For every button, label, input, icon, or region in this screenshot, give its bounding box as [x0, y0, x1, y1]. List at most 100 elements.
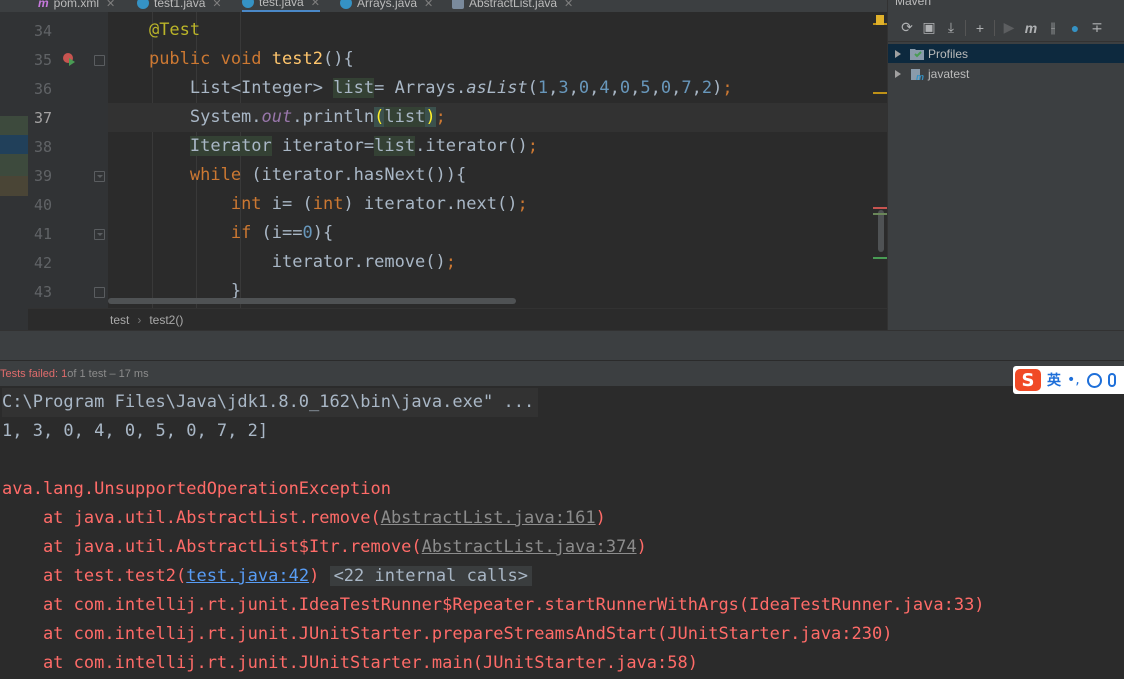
code-line[interactable]: @Test	[108, 16, 887, 45]
tab-pom-xml[interactable]: m pom.xml ✕	[38, 0, 115, 12]
close-icon[interactable]: ✕	[311, 0, 320, 9]
folded-internal-calls[interactable]: <22 internal calls>	[329, 566, 533, 586]
microphone-icon[interactable]	[1107, 373, 1116, 387]
exception-line: ava.lang.UnsupportedOperationException	[2, 479, 391, 499]
code-editor[interactable]: @Test public void test2(){ List<Integer>…	[108, 12, 887, 308]
error-stripe-marker[interactable]	[873, 257, 887, 259]
tab-abstractlist-java[interactable]: AbstractList.java ✕	[452, 0, 573, 12]
code-line[interactable]: if (i==0){	[108, 219, 887, 248]
fold-marker-icon[interactable]	[94, 55, 105, 66]
run-test-error-icon[interactable]	[62, 52, 76, 66]
error-stripe-marker[interactable]	[873, 92, 887, 94]
line-number: 41	[34, 225, 53, 243]
code-line[interactable]: public void test2(){	[108, 45, 887, 74]
breadcrumb-class[interactable]: test	[110, 313, 129, 327]
code-line[interactable]: List<Integer> list= Arrays.asList(1,3,0,…	[108, 74, 887, 103]
breadcrumb-method[interactable]: test2()	[149, 313, 183, 327]
expand-arrow-icon[interactable]	[895, 69, 901, 78]
code-line[interactable]: Iterator iterator=list.iterator();	[108, 132, 887, 161]
breadcrumb: test › test2()	[28, 308, 887, 330]
maven-goal-icon[interactable]: m	[1020, 17, 1042, 39]
gutter-line[interactable]: 37	[28, 103, 108, 132]
line-number: 35	[34, 51, 53, 69]
source-link[interactable]: test.java:42	[186, 566, 309, 586]
console-output[interactable]: C:\Program Files\Java\jdk1.8.0_162\bin\j…	[0, 388, 1124, 679]
test-status-bar: Tests failed: 1 of 1 test – 17 ms	[0, 360, 1124, 386]
stack-frame: at java.util.AbstractList$Itr.remove(Abs…	[2, 533, 647, 562]
maven-title: Maven	[895, 0, 932, 8]
fold-marker-icon[interactable]	[94, 287, 105, 298]
fold-marker-icon[interactable]	[94, 171, 105, 182]
tab-test1-java[interactable]: test1.java ✕	[137, 0, 222, 12]
tab-label: Arrays.java	[357, 0, 418, 10]
add-folder-icon[interactable]: ▣	[918, 17, 940, 39]
change-marker	[0, 176, 28, 196]
left-tool-strip	[0, 12, 28, 330]
close-icon[interactable]: ✕	[424, 0, 433, 10]
horizontal-scrollbar[interactable]	[108, 298, 516, 304]
tab-label: test.java	[259, 0, 304, 9]
gutter-line[interactable]: 40	[28, 190, 108, 219]
code-line[interactable]: iterator.remove();	[108, 248, 887, 277]
tab-arrays-java[interactable]: Arrays.java ✕	[340, 0, 433, 12]
close-icon[interactable]: ✕	[106, 0, 115, 10]
fold-marker-icon[interactable]	[94, 229, 105, 240]
gutter-line[interactable]: 34	[28, 16, 108, 45]
line-number: 43	[34, 283, 53, 301]
ime-toolbar: S 英 •,	[1013, 366, 1124, 394]
vertical-scrollbar[interactable]	[878, 210, 884, 252]
tab-label: test1.java	[154, 0, 206, 10]
tests-failed-label: Tests failed: 1	[0, 367, 68, 380]
gutter-line[interactable]: 39	[28, 161, 108, 190]
stack-frame-text: )	[595, 508, 606, 528]
change-marker	[0, 154, 28, 176]
tree-item-javatest[interactable]: m javatest	[888, 64, 1124, 83]
ime-language-toggle[interactable]: 英	[1047, 370, 1061, 390]
profiles-folder-icon	[910, 49, 924, 60]
java-class-icon	[137, 0, 149, 9]
plus-icon[interactable]: +	[969, 17, 991, 39]
java-abstract-icon	[452, 0, 464, 9]
error-stripe-marker[interactable]	[873, 213, 887, 215]
source-link[interactable]: AbstractList.java:161	[381, 508, 596, 528]
emoji-icon[interactable]	[1086, 372, 1102, 388]
tab-test-java[interactable]: test.java ✕	[242, 0, 320, 12]
maven-project-icon: m	[911, 69, 924, 80]
close-icon[interactable]: ✕	[564, 0, 573, 10]
collapse-all-icon[interactable]: ∓	[1086, 17, 1108, 39]
error-stripe-marker[interactable]	[873, 207, 887, 209]
source-link[interactable]: AbstractList.java:374	[422, 537, 637, 557]
stack-frame: at com.intellij.rt.junit.IdeaTestRunner$…	[2, 595, 985, 615]
ime-punctuation-toggle[interactable]: •,	[1067, 372, 1080, 388]
tree-item-profiles[interactable]: Profiles	[888, 44, 1124, 63]
gutter-line[interactable]: 35	[28, 45, 108, 74]
inspection-indicator-icon[interactable]	[876, 15, 884, 25]
java-class-icon	[340, 0, 352, 9]
stack-frame-text: at java.util.AbstractList.remove(	[2, 508, 381, 528]
maven-panel: Maven ⟳ ▣ ⤓ + ▶ m ⫲ ● ∓ Profiles m javat…	[887, 0, 1124, 330]
gutter-line[interactable]: 43	[28, 277, 108, 306]
line-number: 37	[34, 109, 53, 127]
editor-gutter[interactable]: 34 35 36 37 38 39 40 41 42 43	[28, 12, 108, 308]
toggle-offline-icon[interactable]: ⫲	[1042, 17, 1064, 39]
gutter-line[interactable]: 42	[28, 248, 108, 277]
chevron-right-icon: ›	[137, 312, 142, 327]
expand-arrow-icon[interactable]	[895, 49, 901, 58]
gutter-line[interactable]: 38	[28, 132, 108, 161]
close-icon[interactable]: ✕	[212, 0, 221, 10]
stack-frame: at com.intellij.rt.junit.JUnitStarter.ma…	[2, 653, 698, 673]
code-line[interactable]: System.out.println(list);	[108, 103, 887, 132]
download-icon[interactable]: ⤓	[940, 17, 962, 39]
gutter-line[interactable]: 36	[28, 74, 108, 103]
svg-text:m: m	[916, 72, 924, 80]
gutter-line[interactable]: 41	[28, 219, 108, 248]
code-line[interactable]: while (iterator.hasNext()){	[108, 161, 887, 190]
skip-tests-icon[interactable]: ●	[1064, 17, 1086, 39]
sogou-logo-icon[interactable]: S	[1015, 369, 1041, 391]
tab-label: AbstractList.java	[469, 0, 558, 10]
stack-frame: at test.test2(test.java:42) <22 internal…	[2, 562, 533, 591]
line-number: 42	[34, 254, 53, 272]
code-line[interactable]: int i= (int) iterator.next();	[108, 190, 887, 219]
reload-icon[interactable]: ⟳	[896, 17, 918, 39]
run-icon[interactable]: ▶	[998, 17, 1020, 39]
